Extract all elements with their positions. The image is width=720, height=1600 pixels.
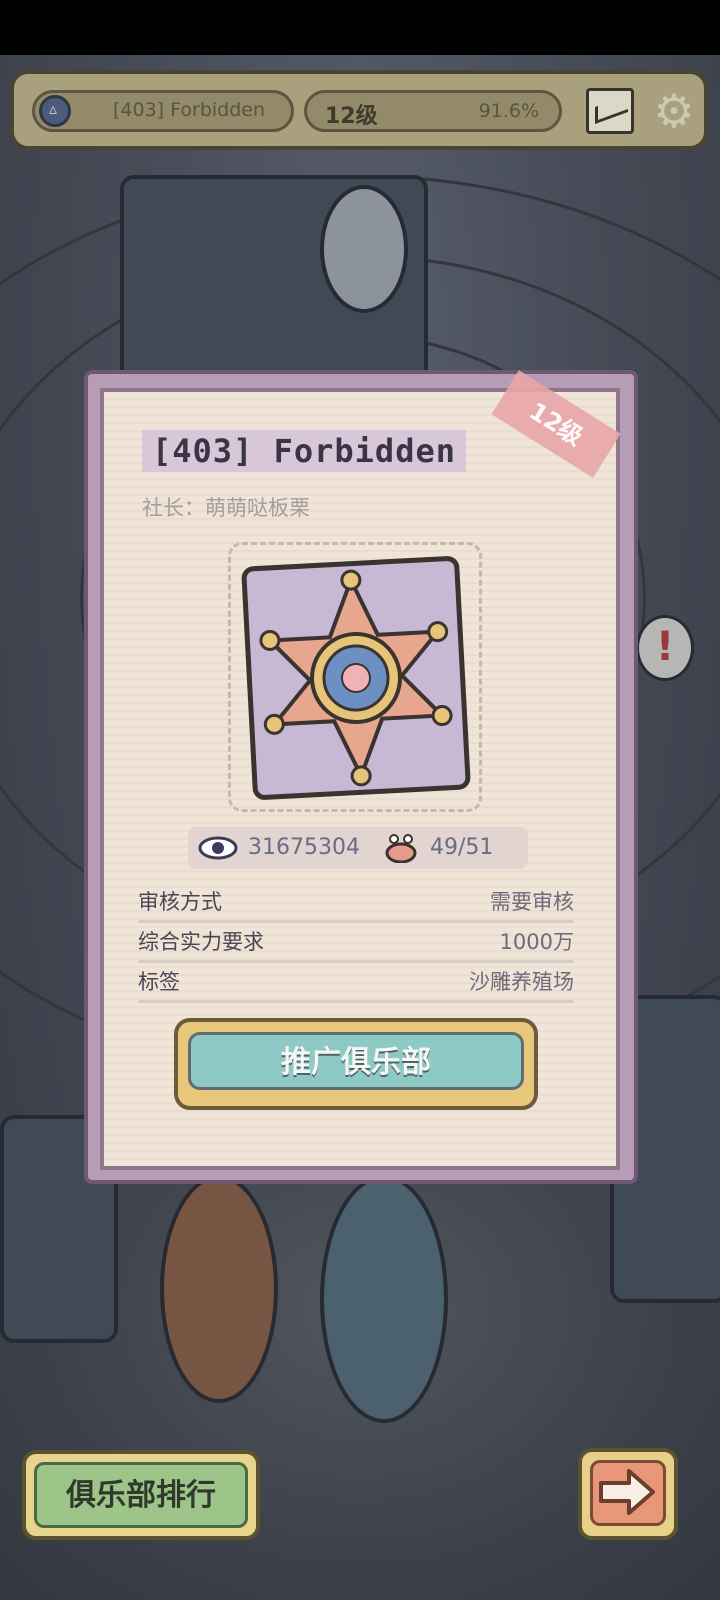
info-value: 需要审核	[490, 890, 574, 914]
club-info-card: [403] Forbidden 12级 社长：萌萌哒板栗 31675304 49…	[100, 370, 621, 1170]
club-badge-frame	[228, 542, 482, 812]
gear-icon[interactable]: ⚙	[650, 88, 698, 134]
club-badge[interactable]	[241, 555, 471, 801]
view-count: 31675304	[248, 835, 360, 860]
club-level: 12级	[325, 104, 378, 129]
info-row-review: 审核方式 需要审核	[138, 882, 574, 923]
club-name-pill[interactable]: [403] Forbidden	[32, 90, 294, 132]
next-button-face	[590, 1460, 666, 1526]
arrow-right-icon	[599, 1469, 655, 1515]
info-value: 沙雕养殖场	[469, 970, 574, 994]
club-emblem-icon	[39, 95, 71, 127]
club-owner: 社长：萌萌哒板栗	[142, 496, 310, 520]
info-row-power: 综合实力要求 1000万	[138, 922, 574, 963]
star-badge-icon	[259, 569, 453, 787]
promote-club-button[interactable]: 推广俱乐部	[174, 1018, 538, 1110]
info-label: 标签	[138, 970, 180, 994]
info-label: 审核方式	[138, 890, 222, 914]
info-value: 1000万	[499, 930, 574, 954]
club-level-pill[interactable]: 12级 91.6%	[304, 90, 562, 132]
club-stats-bar: 31675304 49/51	[188, 827, 528, 869]
eye-icon	[198, 836, 238, 860]
info-row-tag: 标签 沙雕养殖场	[138, 962, 574, 1003]
member-count: 49/51	[430, 835, 494, 860]
club-ranking-label: 俱乐部排行	[34, 1462, 248, 1528]
level-progress: 91.6%	[478, 100, 539, 122]
mail-icon[interactable]	[586, 88, 634, 134]
info-label: 综合实力要求	[138, 930, 264, 954]
promote-club-label: 推广俱乐部	[188, 1032, 524, 1090]
club-title: [403] Forbidden	[142, 430, 466, 472]
club-ranking-button[interactable]: 俱乐部排行	[22, 1450, 260, 1540]
snail-member-icon	[385, 834, 417, 863]
next-button[interactable]	[578, 1448, 678, 1540]
top-status-bar: [403] Forbidden 12级 91.6% ⚙	[10, 70, 708, 150]
club-name: [403] Forbidden	[113, 99, 266, 121]
